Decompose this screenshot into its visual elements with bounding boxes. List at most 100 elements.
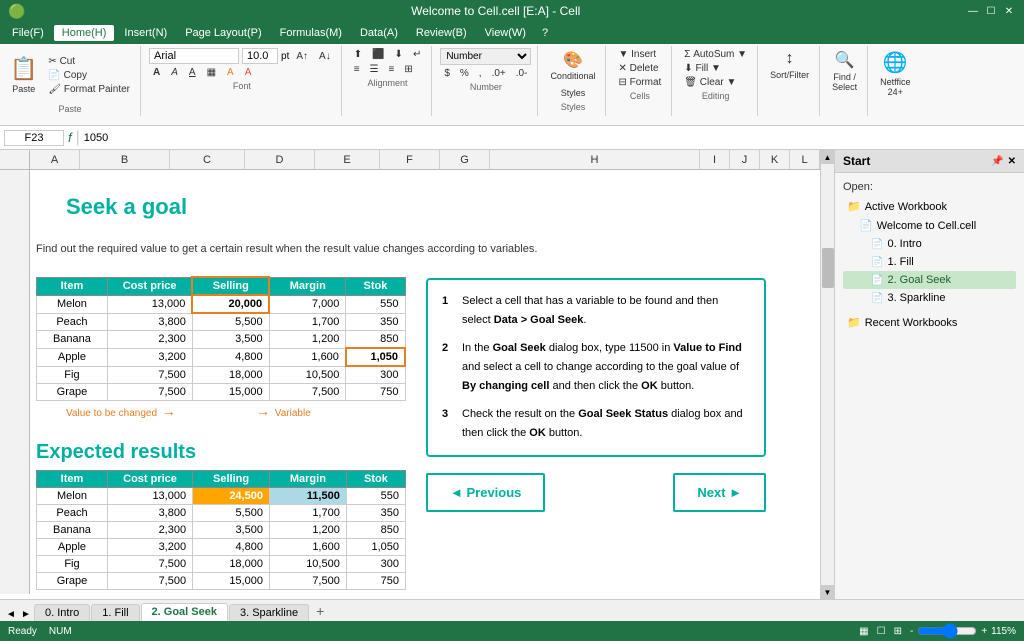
sort-filter-button[interactable]: ↕ Sort/Filter <box>766 48 813 82</box>
zoom-slider[interactable] <box>917 627 977 635</box>
add-sheet-button[interactable]: + <box>310 601 330 621</box>
align-middle-button[interactable]: ⬛ <box>368 48 388 61</box>
align-center-button[interactable]: ☰ <box>366 63 383 76</box>
clear-button[interactable]: 🗑 Clear ▼ <box>680 76 751 89</box>
fill-color-button[interactable]: A <box>223 66 238 79</box>
instruction-box: 1 Select a cell that has a variable to b… <box>426 278 766 457</box>
panel-active-workbook-folder[interactable]: 📁 Active Workbook <box>843 197 1016 216</box>
align-bottom-button[interactable]: ⬇ <box>391 48 407 61</box>
percent-button[interactable]: % <box>456 67 473 80</box>
find-select-button[interactable]: 🔍 Find /Select <box>828 48 861 94</box>
sheet-content-area[interactable]: Seek a goal Find out the required value … <box>30 170 820 594</box>
cut-button[interactable]: ✂ Cut <box>44 55 134 68</box>
increase-decimal-button[interactable]: .0+ <box>488 67 510 80</box>
format-button[interactable]: ⊟ Format <box>614 76 665 89</box>
col-header-A[interactable]: A <box>30 150 80 169</box>
col-header-K[interactable]: K <box>760 150 790 169</box>
font-name-input[interactable] <box>149 48 239 64</box>
col-header-F[interactable]: F <box>380 150 440 169</box>
zoom-controls[interactable]: - + 115% <box>910 626 1016 637</box>
panel-item-1-fill[interactable]: 📄 1. Fill <box>843 253 1016 271</box>
number-format-select[interactable]: Number Currency Percentage <box>440 48 531 65</box>
scroll-up-button[interactable]: ▲ <box>821 150 835 164</box>
autosum-button[interactable]: Σ AutoSum ▼ <box>680 48 751 61</box>
menu-view[interactable]: View(W) <box>477 25 534 41</box>
copy-button[interactable]: 📄 Copy <box>44 69 134 82</box>
sheet-tab-1-fill[interactable]: 1. Fill <box>91 604 139 621</box>
cell-reference-input[interactable] <box>4 130 64 146</box>
table1-row3-margin: 1,200 <box>269 331 346 349</box>
ribbon-group-styles: 🎨 Conditional Styles Styles <box>542 46 606 116</box>
panel-item-2-goal-seek[interactable]: 📄 2. Goal Seek <box>843 271 1016 289</box>
zoom-out-button[interactable]: - <box>910 626 913 637</box>
minimize-button[interactable]: — <box>966 4 980 18</box>
panel-item-0-intro[interactable]: 📄 0. Intro <box>843 235 1016 253</box>
view-normal-button[interactable]: ▦ <box>859 626 868 637</box>
grow-font-button[interactable]: A↑ <box>292 50 312 63</box>
format-painter-button[interactable]: 🖌 Format Painter <box>44 83 134 96</box>
panel-recent-workbooks-folder[interactable]: 📁 Recent Workbooks <box>843 313 1016 332</box>
table1-row2-item: Peach <box>37 313 108 331</box>
paste-button[interactable]: 📋 Paste <box>6 50 41 100</box>
font-color-button[interactable]: A <box>241 66 256 79</box>
menu-insert[interactable]: Insert(N) <box>116 25 175 41</box>
close-button[interactable]: ✕ <box>1002 4 1016 18</box>
menu-review[interactable]: Review(B) <box>408 25 475 41</box>
maximize-button[interactable]: ☐ <box>984 4 998 18</box>
wrap-text-button[interactable]: ↵ <box>409 48 425 61</box>
panel-welcome-file[interactable]: 📄 Welcome to Cell.cell <box>843 216 1016 235</box>
netffice-button[interactable]: 🌐 Netffice24+ <box>876 48 914 99</box>
col-header-D[interactable]: D <box>245 150 315 169</box>
sheet-tab-2-goal-seek[interactable]: 2. Goal Seek <box>141 603 228 621</box>
align-right-button[interactable]: ≡ <box>385 63 399 76</box>
menu-data[interactable]: Data(A) <box>352 25 406 41</box>
italic-button[interactable]: A <box>167 66 182 79</box>
col-header-B[interactable]: B <box>80 150 170 169</box>
comma-button[interactable]: , <box>475 67 486 80</box>
sheet-tab-3-sparkline[interactable]: 3. Sparkline <box>229 604 309 621</box>
sheet-tab-0-intro[interactable]: 0. Intro <box>34 604 90 621</box>
fill-button[interactable]: ⬇ Fill ▼ <box>680 62 751 75</box>
panel-close-button[interactable]: ✕ <box>1008 156 1016 167</box>
styles-button[interactable]: Styles <box>557 86 590 100</box>
border-button[interactable]: ▦ <box>203 66 220 79</box>
view-layout-button[interactable]: ☐ <box>877 626 886 637</box>
col-header-C[interactable]: C <box>170 150 245 169</box>
help-button[interactable]: ? <box>536 25 554 41</box>
font-size-input[interactable] <box>242 48 278 64</box>
scroll-tabs-left-button[interactable]: ◄ <box>4 607 18 621</box>
decrease-decimal-button[interactable]: .0- <box>512 67 532 80</box>
view-page-break-button[interactable]: ⊞ <box>894 626 902 637</box>
formula-input[interactable] <box>84 132 1020 144</box>
col-header-E[interactable]: E <box>315 150 380 169</box>
scroll-down-button[interactable]: ▼ <box>821 585 835 599</box>
panel-pin-button[interactable]: 📌 <box>991 156 1003 167</box>
align-left-button[interactable]: ≡ <box>350 63 364 76</box>
panel-item-3-sparkline[interactable]: 📄 3. Sparkline <box>843 289 1016 307</box>
menu-formulas[interactable]: Formulas(M) <box>272 25 350 41</box>
underline-button[interactable]: A <box>185 66 200 79</box>
scroll-thumb[interactable] <box>822 248 834 288</box>
merge-button[interactable]: ⊞ <box>400 63 416 76</box>
insert-button[interactable]: ▼ Insert <box>614 48 665 61</box>
delete-button[interactable]: ✕ Delete <box>614 62 665 75</box>
zoom-in-button[interactable]: + <box>981 626 987 637</box>
col-header-I[interactable]: I <box>700 150 730 169</box>
col-header-G[interactable]: G <box>440 150 490 169</box>
menu-file[interactable]: File(F) <box>4 25 52 41</box>
col-header-H[interactable]: H <box>490 150 700 169</box>
vertical-scrollbar[interactable]: ▲ ▼ <box>820 150 834 599</box>
window-controls[interactable]: — ☐ ✕ <box>966 4 1016 18</box>
menu-page-layout[interactable]: Page Layout(P) <box>177 25 269 41</box>
shrink-font-button[interactable]: A↓ <box>315 50 335 63</box>
bold-button[interactable]: A <box>149 66 164 79</box>
col-header-L[interactable]: L <box>790 150 820 169</box>
scroll-tabs-right-button[interactable]: ► <box>19 607 33 621</box>
col-header-J[interactable]: J <box>730 150 760 169</box>
menu-home[interactable]: Home(H) <box>54 25 115 41</box>
currency-button[interactable]: $ <box>440 67 454 80</box>
previous-button[interactable]: ◄ Previous <box>426 473 545 512</box>
conditional-formatting-button[interactable]: 🎨 Conditional <box>546 48 599 84</box>
align-top-button[interactable]: ⬆ <box>350 48 366 61</box>
next-button[interactable]: Next ► <box>673 473 766 512</box>
